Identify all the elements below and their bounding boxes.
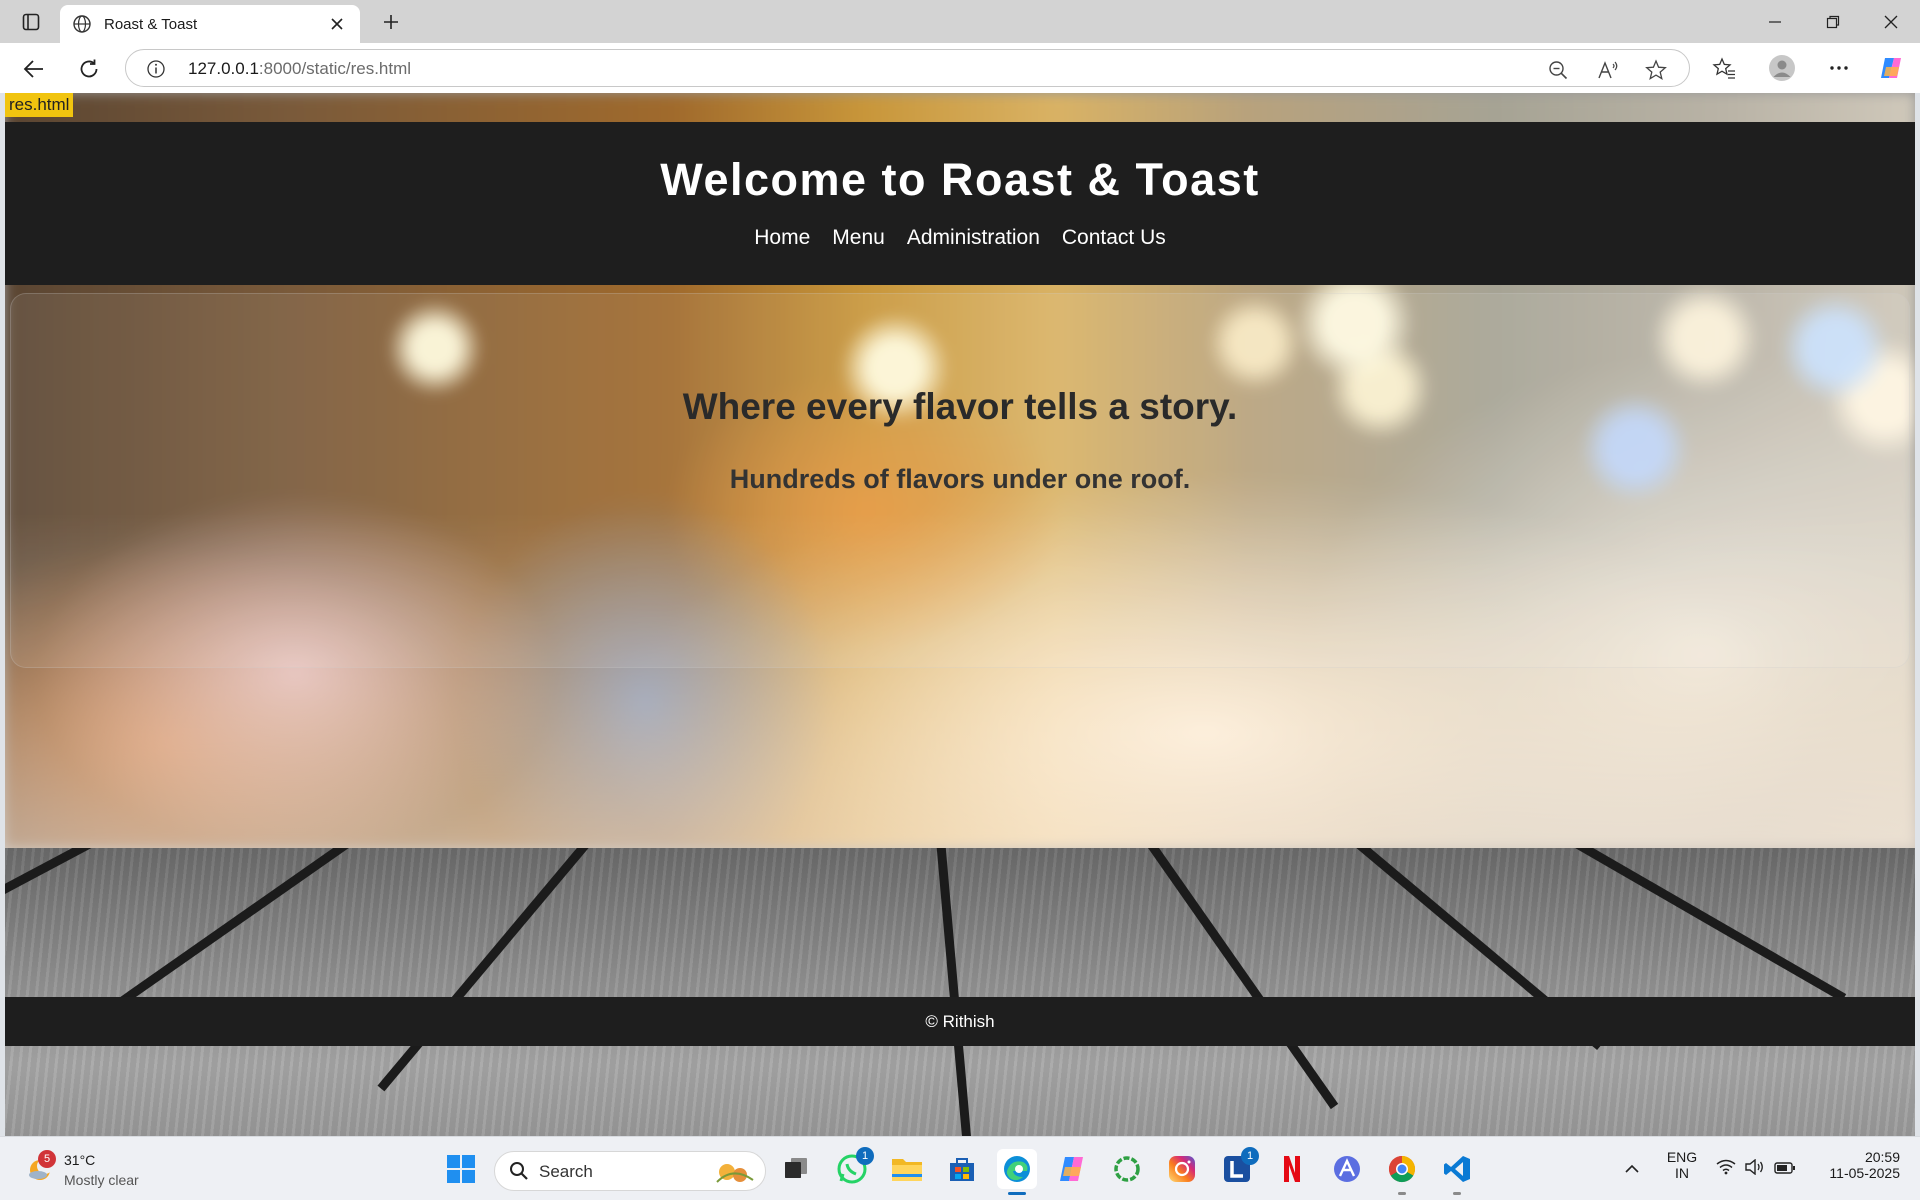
show-hidden-icons-chevron-icon[interactable] (1612, 1149, 1652, 1189)
search-label: Search (539, 1162, 593, 1181)
copilot-icon[interactable] (1877, 54, 1905, 82)
file-explorer-icon[interactable] (887, 1149, 927, 1189)
site-info-icon[interactable] (146, 59, 166, 79)
tab-strip: Roast & Toast (0, 0, 1920, 43)
browser-toolbar: 127.0.0.1:8000/static/res.html (0, 43, 1920, 93)
minimize-icon[interactable] (1747, 0, 1803, 43)
chrome-running-indicator (1398, 1192, 1406, 1195)
new-tab-icon[interactable] (376, 8, 406, 36)
l-app-badge: 1 (1241, 1147, 1259, 1165)
plank-gap (935, 848, 974, 1136)
favorite-star-icon[interactable] (1644, 58, 1668, 82)
site-title: Welcome to Roast & Toast (660, 154, 1260, 205)
hero-subtitle: Hundreds of flavors under one roof. (729, 464, 1191, 494)
tab-title: Roast & Toast (104, 15, 198, 33)
windows-taskbar: 5 31°C Mostly clear Search 1 1 ENG IN 20… (0, 1136, 1920, 1200)
close-tab-icon[interactable] (326, 13, 348, 35)
vscode-running-indicator (1453, 1192, 1461, 1195)
back-icon[interactable] (16, 51, 52, 87)
netflix-icon[interactable] (1272, 1149, 1312, 1189)
weather-widget[interactable]: 5 31°C Mostly clear (22, 1148, 182, 1192)
wifi-icon[interactable] (1716, 1159, 1736, 1178)
volume-icon[interactable] (1744, 1158, 1764, 1178)
l-app-icon[interactable]: 1 (1217, 1147, 1259, 1189)
nav-home[interactable]: Home (754, 226, 810, 250)
page-viewport: res.html Welcome to Roast & Toast Home M… (5, 93, 1915, 1136)
copilot-app-icon[interactable] (1052, 1149, 1092, 1189)
restore-icon[interactable] (1805, 0, 1861, 43)
site-footer: © Rithish (5, 997, 1915, 1046)
vscode-icon[interactable] (1437, 1149, 1477, 1195)
app-triangle-icon[interactable] (1327, 1149, 1367, 1189)
nav-menu[interactable]: Menu (832, 226, 885, 250)
edge-icon[interactable] (997, 1149, 1037, 1195)
main-nav: Home Menu Administration Contact Us (5, 226, 1915, 250)
read-aloud-icon[interactable] (1596, 58, 1620, 82)
wooden-table-image (5, 848, 1915, 1136)
microsoft-store-icon[interactable] (942, 1149, 982, 1189)
search-highlight-icon (713, 1158, 757, 1191)
weather-alert-badge: 5 (38, 1150, 56, 1168)
clock-time: 20:59 (1864, 1149, 1900, 1165)
task-view-icon[interactable] (776, 1149, 816, 1189)
hero-title: Where every flavor tells a story. (682, 386, 1238, 427)
profile-avatar-icon[interactable] (1768, 54, 1796, 82)
url-host: 127.0.0.1 (188, 59, 259, 78)
more-options-icon[interactable] (1825, 54, 1853, 82)
clock-date: 11-05-2025 (1829, 1165, 1900, 1181)
app-green-ring-icon[interactable] (1107, 1149, 1147, 1189)
zoom-out-icon[interactable] (1546, 58, 1570, 82)
file-status-chip: res.html (5, 93, 74, 117)
region-code: IN (1675, 1165, 1689, 1181)
nav-contact-us[interactable]: Contact Us (1062, 226, 1166, 250)
url-path: :8000/static/res.html (258, 59, 412, 78)
url-text: 127.0.0.1:8000/static/res.html (188, 59, 411, 79)
clock[interactable]: 20:59 11-05-2025 (1816, 1149, 1900, 1181)
favorites-icon[interactable] (1710, 54, 1738, 82)
footer-copyright: © Rithish (925, 1011, 995, 1031)
plank-gap (1547, 848, 1847, 1002)
weather-condition: Mostly clear (64, 1172, 139, 1188)
plank-gap (377, 848, 603, 1092)
instagram-icon[interactable] (1162, 1149, 1202, 1189)
language-code: ENG (1666, 1149, 1698, 1165)
language-indicator[interactable]: ENG IN (1666, 1149, 1698, 1181)
taskbar-search[interactable]: Search (494, 1151, 766, 1191)
refresh-icon[interactable] (71, 51, 107, 87)
browser-tab[interactable]: Roast & Toast (60, 5, 360, 43)
plank-gap (1135, 848, 1339, 1110)
globe-icon (72, 14, 92, 34)
whatsapp-icon[interactable]: 1 (832, 1147, 874, 1189)
nav-administration[interactable]: Administration (907, 226, 1040, 250)
plank-gap (5, 848, 122, 992)
whatsapp-badge: 1 (856, 1147, 874, 1165)
chrome-icon[interactable] (1382, 1149, 1422, 1195)
site-header: Welcome to Roast & Toast Home Menu Admin… (5, 122, 1915, 285)
battery-icon[interactable] (1774, 1161, 1796, 1177)
start-button[interactable] (441, 1149, 481, 1189)
weather-temperature: 31°C (64, 1152, 96, 1168)
address-bar[interactable]: 127.0.0.1:8000/static/res.html (125, 49, 1690, 87)
search-icon (509, 1161, 529, 1186)
tab-actions-icon[interactable] (14, 8, 48, 36)
close-window-icon[interactable] (1863, 0, 1919, 43)
edge-active-indicator (1008, 1192, 1026, 1195)
